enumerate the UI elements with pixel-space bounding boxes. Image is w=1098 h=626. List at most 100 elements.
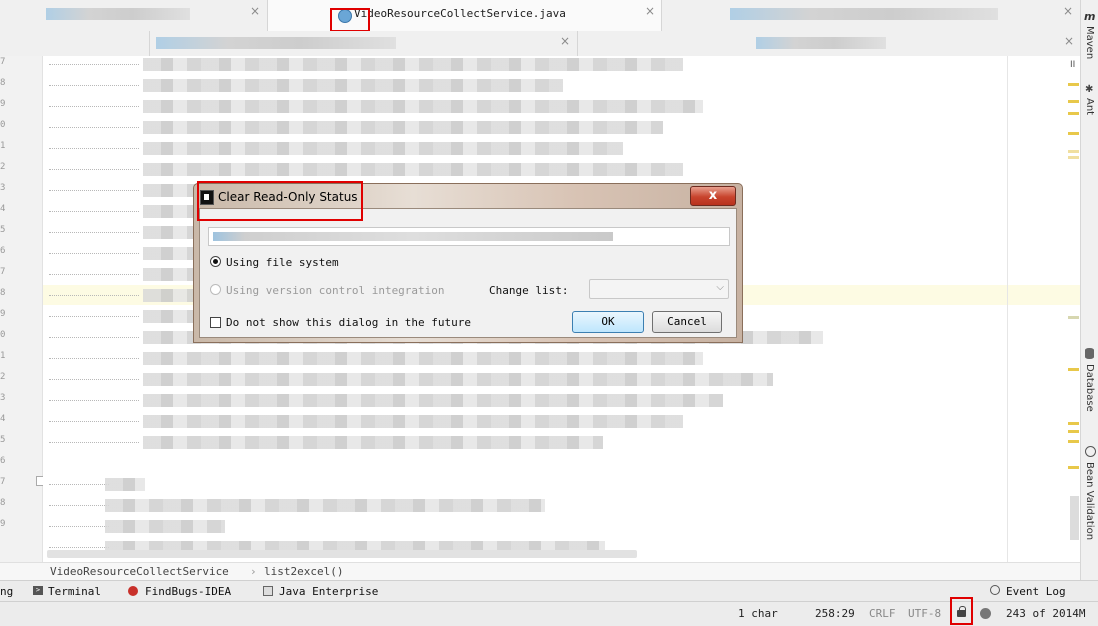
pause-icon: II xyxy=(1070,60,1076,70)
warning-mark[interactable] xyxy=(1068,440,1079,443)
line-separator[interactable]: CRLF xyxy=(869,607,896,620)
status-bar: 1 char 258:29 CRLF UTF-8 243 of 2014M xyxy=(0,601,1098,626)
memory-indicator[interactable]: 243 of 2014M xyxy=(1006,607,1085,620)
ant-icon: ✱ xyxy=(1085,84,1094,95)
do-not-show-label[interactable]: Do not show this dialog in the future xyxy=(226,316,471,329)
line-number: 8 xyxy=(0,288,6,298)
line-number-gutter: 7 8 9 0 1 2 3 4 5 6 7 8 9 0 1 2 3 4 5 6 … xyxy=(0,56,46,562)
change-list-select[interactable]: ⌵ xyxy=(589,279,729,299)
ant-tool-button[interactable]: Ant xyxy=(1084,98,1095,115)
tool-window-bar: ng > Terminal FindBugs-IDEA Java Enterpr… xyxy=(0,580,1098,602)
line-number: 4 xyxy=(0,414,6,424)
editor-tab[interactable]: × xyxy=(662,0,1080,31)
editor-tab-bar: × VideoResourceCollectService.java × × xyxy=(0,0,1080,32)
breadcrumb-method[interactable]: list2excel() xyxy=(264,565,343,578)
chevron-down-icon: ⌵ xyxy=(716,282,724,293)
line-number: 5 xyxy=(0,225,6,235)
blurred-file-path xyxy=(213,232,613,241)
line-number: 3 xyxy=(0,393,6,403)
warning-mark[interactable] xyxy=(1068,150,1079,153)
line-number: 8 xyxy=(0,78,6,88)
editor-tab-active[interactable]: VideoResourceCollectService.java × xyxy=(268,0,662,31)
line-number: 1 xyxy=(0,351,6,361)
breadcrumb-class[interactable]: VideoResourceCollectService xyxy=(50,565,229,578)
annotation-highlight-lock xyxy=(950,597,973,625)
inspector-icon[interactable] xyxy=(980,608,991,619)
line-number: 6 xyxy=(0,246,6,256)
bean-validation-tool-button[interactable]: Bean Validation xyxy=(1084,462,1095,540)
editor-tab-empty xyxy=(0,31,150,56)
warning-mark[interactable] xyxy=(1068,316,1079,319)
active-tab-label: VideoResourceCollectService.java xyxy=(354,7,566,20)
warning-mark[interactable] xyxy=(1068,100,1079,103)
cancel-button[interactable]: Cancel xyxy=(652,311,722,333)
editor-tab[interactable]: × xyxy=(0,0,268,31)
warning-mark[interactable] xyxy=(1068,466,1079,469)
close-tab-icon[interactable]: × xyxy=(1063,4,1073,18)
java-enterprise-tool-button[interactable]: Java Enterprise xyxy=(279,585,378,598)
dialog-close-button[interactable]: x xyxy=(690,186,736,206)
annotation-highlight-tab-icon xyxy=(330,8,370,32)
warning-mark[interactable] xyxy=(1068,430,1079,433)
java-enterprise-icon xyxy=(263,586,273,596)
event-log-tool-button[interactable]: Event Log xyxy=(1006,585,1066,598)
database-tool-button[interactable]: Database xyxy=(1084,364,1095,412)
warning-mark[interactable] xyxy=(1068,83,1079,86)
line-number: 9 xyxy=(0,519,6,529)
warning-mark[interactable] xyxy=(1068,132,1079,135)
blurred-tab-label xyxy=(756,37,886,49)
warning-mark[interactable] xyxy=(1068,112,1079,115)
event-log-icon xyxy=(990,585,1000,595)
file-path-field xyxy=(208,227,730,246)
warning-mark[interactable] xyxy=(1068,422,1079,425)
line-number: 8 xyxy=(0,498,6,508)
radio-file-system-label[interactable]: Using file system xyxy=(226,256,339,269)
bean-validation-icon xyxy=(1085,446,1096,457)
maven-tool-button[interactable]: Maven xyxy=(1084,26,1095,59)
line-number: 5 xyxy=(0,435,6,445)
blurred-tab-label xyxy=(730,8,998,20)
findbugs-icon xyxy=(128,586,138,596)
line-number: 7 xyxy=(0,57,6,67)
close-tab-icon[interactable]: × xyxy=(560,34,570,48)
blurred-tab-label xyxy=(46,8,190,20)
close-tab-icon[interactable]: × xyxy=(250,4,260,18)
warning-mark[interactable] xyxy=(1068,156,1079,159)
close-tab-icon[interactable]: × xyxy=(645,4,655,18)
editor-tab[interactable]: × xyxy=(578,31,1080,56)
vertical-scrollbar-thumb[interactable] xyxy=(1070,496,1079,540)
line-number: 1 xyxy=(0,141,6,151)
maven-icon: m xyxy=(1084,10,1096,23)
close-tab-icon[interactable]: × xyxy=(1064,34,1074,48)
terminal-tool-button[interactable]: Terminal xyxy=(48,585,101,598)
right-tool-strip: m Maven ✱ Ant Database Bean Validation xyxy=(1080,0,1098,580)
line-number: 9 xyxy=(0,99,6,109)
warning-mark[interactable] xyxy=(1068,368,1079,371)
ok-button[interactable]: OK xyxy=(572,311,644,333)
tool-button-partial[interactable]: ng xyxy=(0,585,13,598)
line-number: 2 xyxy=(0,372,6,382)
caret-position[interactable]: 258:29 xyxy=(815,607,855,620)
radio-file-system[interactable] xyxy=(210,256,221,267)
editor-tab[interactable]: × xyxy=(150,31,578,56)
database-icon xyxy=(1085,348,1094,359)
file-encoding[interactable]: UTF-8 xyxy=(908,607,941,620)
line-number: 6 xyxy=(0,456,6,466)
line-number: 7 xyxy=(0,477,6,487)
error-stripe[interactable]: II xyxy=(1066,56,1080,562)
line-number: 3 xyxy=(0,183,6,193)
radio-version-control[interactable] xyxy=(210,284,221,295)
findbugs-tool-button[interactable]: FindBugs-IDEA xyxy=(145,585,231,598)
radio-version-control-label[interactable]: Using version control integration xyxy=(226,284,445,297)
breadcrumb: VideoResourceCollectService › list2excel… xyxy=(0,562,1080,581)
selection-count: 1 char xyxy=(738,607,778,620)
horizontal-scrollbar[interactable] xyxy=(47,550,637,558)
blurred-tab-label xyxy=(156,37,396,49)
dialog-body: Using file system Using version control … xyxy=(199,208,737,338)
editor-tab-bar-row2: × × xyxy=(0,31,1080,57)
line-number: 2 xyxy=(0,162,6,172)
breadcrumb-separator: › xyxy=(250,565,257,578)
line-number: 9 xyxy=(0,309,6,319)
do-not-show-checkbox[interactable] xyxy=(210,317,221,328)
change-list-label: Change list: xyxy=(489,284,569,297)
